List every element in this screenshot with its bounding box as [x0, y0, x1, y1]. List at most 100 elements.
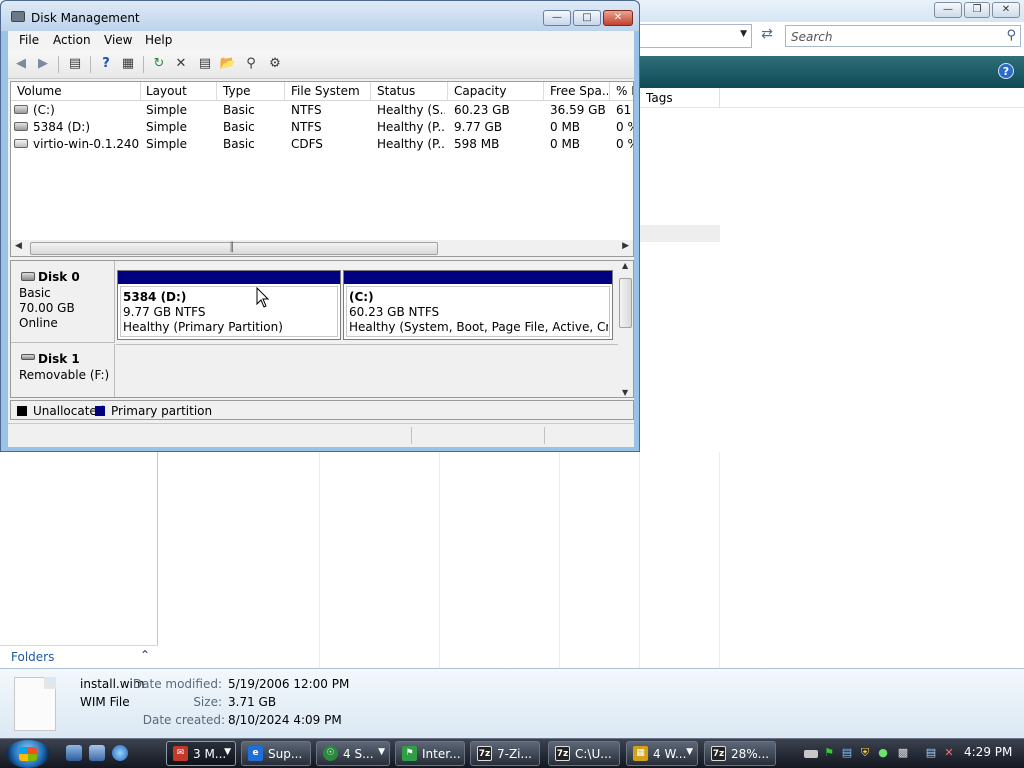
taskbar-button-5[interactable]: 7z 7-Zi... — [470, 741, 540, 766]
scroll-down-icon[interactable]: ▼ — [622, 388, 628, 397]
close-button[interactable]: ✕ — [603, 10, 633, 26]
taskbar-button-6[interactable]: 7z C:\U... — [548, 741, 620, 766]
flag-icon[interactable]: ⚑ — [822, 746, 836, 760]
address-bar[interactable]: ▼ — [636, 24, 752, 48]
column-line — [319, 452, 320, 668]
maximize-button[interactable]: □ — [573, 10, 601, 26]
shield-icon[interactable]: ⛨ — [858, 746, 872, 760]
column-separator[interactable] — [543, 82, 544, 101]
column-separator[interactable] — [284, 82, 285, 101]
internet-explorer-icon[interactable] — [112, 745, 128, 761]
menu-file[interactable]: File — [19, 33, 39, 47]
horizontal-scroll-thumb[interactable]: ║ — [30, 242, 438, 255]
security-icon[interactable]: ● — [876, 746, 890, 760]
search-icon[interactable]: ⚲ — [1006, 28, 1016, 43]
legend: Unallocated Primary partition — [10, 400, 634, 420]
partition-c[interactable]: (C:) 60.23 GB NTFS Healthy (System, Boot… — [343, 270, 613, 340]
column-separator[interactable] — [370, 82, 371, 101]
details-pane: install.wim WIM File Date modified: 5/19… — [0, 668, 1024, 738]
explorer-close-button[interactable]: ✕ — [992, 2, 1020, 18]
volume-fs: NTFS — [291, 103, 322, 117]
properties-pane-icon[interactable]: ▦ — [119, 55, 137, 73]
usb-device-icon[interactable] — [804, 750, 818, 758]
volume-row[interactable]: virtio-win-0.1.240 ... Simple Basic CDFS… — [11, 136, 633, 153]
explorer-command-bar — [636, 56, 1024, 88]
show-desktop-icon[interactable] — [66, 745, 82, 761]
date-modified-value: 5/19/2006 12:00 PM — [228, 677, 350, 691]
address-dropdown-icon[interactable]: ▼ — [740, 29, 747, 39]
column-status[interactable]: Status — [377, 84, 445, 98]
column-separator[interactable] — [609, 82, 610, 101]
vertical-scrollbar[interactable]: ▲ ▼ — [618, 261, 633, 397]
column-layout[interactable]: Layout — [146, 84, 216, 98]
disk-0-kind: Basic — [19, 286, 51, 300]
scroll-right-icon[interactable]: ▶ — [622, 241, 629, 251]
column-volume[interactable]: Volume — [17, 84, 137, 98]
search-disk-icon[interactable]: ⚲ — [242, 55, 260, 73]
switch-windows-icon[interactable] — [89, 745, 105, 761]
search-input[interactable]: Search ⚲ — [785, 25, 1021, 47]
help-topics-icon[interactable]: ? — [97, 55, 115, 73]
network-status-icon[interactable]: ▤ — [924, 746, 938, 760]
taskbar-button-3[interactable]: ☉ 4 S... ▼ — [316, 741, 390, 766]
help-icon[interactable]: ? — [998, 63, 1014, 79]
volume-muted-icon[interactable]: ✕ — [942, 746, 956, 760]
taskbar-button-label: 28%... — [731, 747, 770, 761]
scroll-left-icon[interactable]: ◀ — [15, 241, 22, 251]
computer-icon[interactable]: ▩ — [896, 746, 910, 760]
disk-1-label[interactable]: Disk 1 Removable (F:) — [11, 344, 115, 397]
chevron-up-icon: ⌃ — [139, 648, 150, 662]
column-separator — [719, 88, 720, 108]
volume-percent: 0 % — [616, 137, 633, 151]
disk-0-label[interactable]: Disk 0 Basic 70.00 GB Online — [11, 261, 115, 343]
clock[interactable]: 4:29 PM — [964, 745, 1012, 759]
column-free-space[interactable]: Free Spa... — [550, 84, 608, 98]
start-button[interactable] — [6, 740, 50, 768]
settings-icon[interactable]: ⚙ — [266, 55, 284, 73]
horizontal-scrollbar[interactable]: ◀ ║ ▶ — [11, 240, 633, 256]
menu-action[interactable]: Action — [53, 33, 91, 47]
menu-view[interactable]: View — [104, 33, 132, 47]
properties-icon[interactable]: ▤ — [196, 55, 214, 73]
taskbar-button-1[interactable]: ✉ 3 M... ▼ — [166, 741, 236, 766]
taskbar-button-7[interactable]: ▦ 4 W... ▼ — [626, 741, 698, 766]
forward-icon[interactable]: ▶ — [34, 55, 52, 73]
disk-management-title-bar[interactable]: Disk Management — □ ✕ — [1, 1, 639, 31]
back-icon[interactable]: ◀ — [12, 55, 30, 73]
column-percent-free[interactable]: % F — [616, 84, 633, 98]
folders-label: Folders — [11, 650, 55, 664]
minimize-button[interactable]: — — [543, 10, 571, 26]
column-tags[interactable]: Tags — [646, 91, 673, 105]
explorer-minimize-button[interactable]: — — [934, 2, 962, 18]
network-icon[interactable]: ▤ — [840, 746, 854, 760]
partition-d[interactable]: 5384 (D:) 9.77 GB NTFS Healthy (Primary … — [117, 270, 341, 340]
removable-disk-icon — [21, 354, 35, 360]
explorer-restore-button[interactable]: ❐ — [964, 2, 990, 18]
taskbar-button-4[interactable]: ⚑ Inter... — [395, 741, 465, 766]
column-separator[interactable] — [216, 82, 217, 101]
column-capacity[interactable]: Capacity — [454, 84, 542, 98]
vertical-scroll-thumb[interactable] — [619, 278, 632, 328]
taskbar-button-8[interactable]: 7z 28%... — [704, 741, 776, 766]
console-tree-icon[interactable]: ▤ — [66, 55, 84, 73]
taskbar-button-2[interactable]: e Sup... — [241, 741, 311, 766]
volume-capacity: 598 MB — [454, 137, 500, 151]
volume-status: Healthy (P... — [377, 120, 445, 134]
volume-row[interactable]: (C:) Simple Basic NTFS Healthy (S... 60.… — [11, 102, 633, 119]
scroll-up-icon[interactable]: ▲ — [622, 261, 628, 270]
column-separator[interactable] — [447, 82, 448, 101]
column-separator[interactable] — [140, 82, 141, 101]
folder-icon: ▦ — [633, 746, 648, 761]
volume-row[interactable]: 5384 (D:) Simple Basic NTFS Healthy (P..… — [11, 119, 633, 136]
folders-toggle[interactable]: Folders ⌃ — [0, 645, 158, 668]
refresh-icon[interactable]: ⇄ — [756, 26, 778, 46]
open-folder-icon[interactable]: 📂 — [219, 55, 237, 73]
column-type[interactable]: Type — [223, 84, 283, 98]
size-label: Size: — [193, 695, 222, 709]
refresh-icon[interactable]: ↻ — [150, 55, 168, 73]
column-file-system[interactable]: File System — [291, 84, 371, 98]
delete-icon[interactable]: ✕ — [172, 55, 190, 73]
menu-help[interactable]: Help — [145, 33, 172, 47]
mail-icon: ✉ — [173, 746, 188, 761]
volume-status: Healthy (S... — [377, 103, 445, 117]
